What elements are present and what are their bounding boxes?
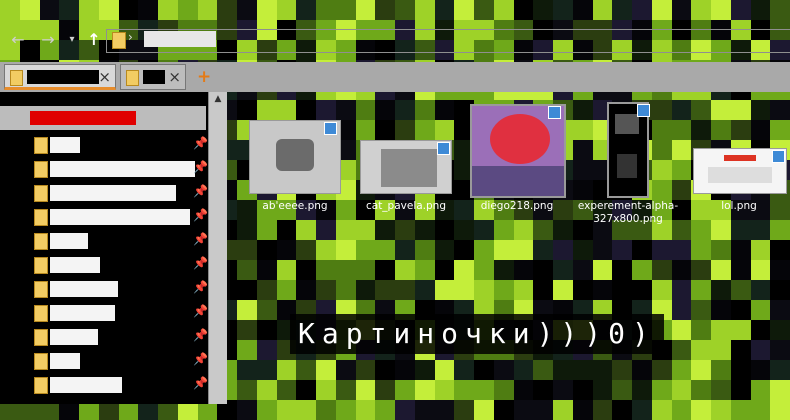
file-item[interactable]: ab'eeee.png [240,100,350,230]
quick-access-header[interactable] [0,106,206,130]
folder-icon [126,70,139,86]
new-tab-button[interactable]: + [197,67,211,87]
redacted-label [50,161,195,177]
pin-icon[interactable]: 📌 [193,208,208,222]
redacted-label [50,329,98,345]
forward-arrow-icon[interactable]: → [38,30,58,50]
tab-title-redacted [143,70,165,84]
file-name: cat_pavela.png [365,200,447,212]
chevron-down-icon[interactable]: ▾ [62,30,82,50]
pin-icon[interactable]: 📌 [193,160,208,174]
cloud-sync-icon [548,106,561,119]
sidebar-item[interactable]: 📌 [0,326,208,348]
pin-icon[interactable]: 📌 [193,304,208,318]
folder-icon [34,377,48,394]
file-item[interactable]: lol.png [684,100,790,230]
pin-icon[interactable]: 📌 [193,184,208,198]
file-name: diego218.png [480,200,554,212]
redacted-label [50,377,122,393]
redacted-label [50,209,190,225]
folder-icon [34,257,48,274]
sidebar-item[interactable]: 📌 [0,278,208,300]
folder-icon [34,329,48,346]
pin-icon[interactable]: 📌 [193,136,208,150]
folder-icon [34,305,48,322]
folder-icon [112,32,126,49]
sidebar-item[interactable]: 📌 [0,254,208,276]
folder-icon [34,353,48,370]
tab-1[interactable]: × [4,64,116,90]
chevron-right-icon[interactable]: › [128,30,133,44]
folder-icon [34,161,48,178]
redacted-label [30,111,136,125]
folder-icon [34,233,48,250]
navigation-pane: 📌 📌 📌 📌 📌 📌 📌 📌 📌 📌 📌 [0,92,210,404]
tab-2[interactable]: × [120,64,186,90]
sidebar-item[interactable]: 📌 [0,134,208,156]
folder-icon [34,137,48,154]
file-item[interactable]: diego218.png [462,100,572,230]
tab-strip: × × + [0,62,790,92]
file-item[interactable]: experement-alpha-327x800.png [573,100,683,230]
folder-icon [34,185,48,202]
redacted-label [50,353,80,369]
file-name: experement-alpha-327x800.png [577,200,679,225]
up-arrow-icon[interactable]: ↑ [84,30,104,50]
redacted-label [50,257,100,273]
sidebar-item[interactable]: 📌 [0,158,208,180]
sidebar-item[interactable]: 📌 [0,302,208,324]
tab-title-redacted [27,70,99,84]
redacted-label [50,233,88,249]
pin-icon[interactable]: 📌 [193,280,208,294]
folder-icon [34,209,48,226]
cloud-sync-icon [324,122,337,135]
file-name: lol.png [721,200,757,212]
address-path-redacted [144,31,216,47]
cloud-sync-icon [637,104,650,117]
pin-icon[interactable]: 📌 [193,376,208,390]
pin-icon[interactable]: 📌 [193,352,208,366]
sidebar-item[interactable]: 📌 [0,182,208,204]
sidebar-item[interactable]: 📌 [0,350,208,372]
redacted-label [50,185,176,201]
sidebar-item[interactable]: 📌 [0,206,208,228]
redacted-label [50,137,80,153]
close-icon[interactable]: × [168,68,181,86]
folder-icon [10,70,23,86]
sidebar-scrollbar[interactable]: ▲ [208,92,227,404]
file-item[interactable]: cat_pavela.png [351,100,461,230]
sidebar-item[interactable]: 📌 [0,230,208,252]
pin-icon[interactable]: 📌 [193,256,208,270]
scroll-up-icon[interactable]: ▲ [209,94,227,104]
sidebar-item[interactable]: 📌 [0,374,208,396]
file-name: ab'eeee.png [262,200,328,212]
close-icon[interactable]: × [98,68,111,86]
navigation-toolbar: ← → ▾ ↑ › [0,26,790,54]
cloud-sync-icon [437,142,450,155]
folder-icon [34,281,48,298]
cloud-sync-icon [772,150,785,163]
overlay-caption: Картиночки)))0) [290,314,664,354]
redacted-label [50,281,118,297]
pin-icon[interactable]: 📌 [193,328,208,342]
redacted-label [50,305,115,321]
pin-icon[interactable]: 📌 [193,232,208,246]
back-arrow-icon[interactable]: ← [8,30,28,50]
